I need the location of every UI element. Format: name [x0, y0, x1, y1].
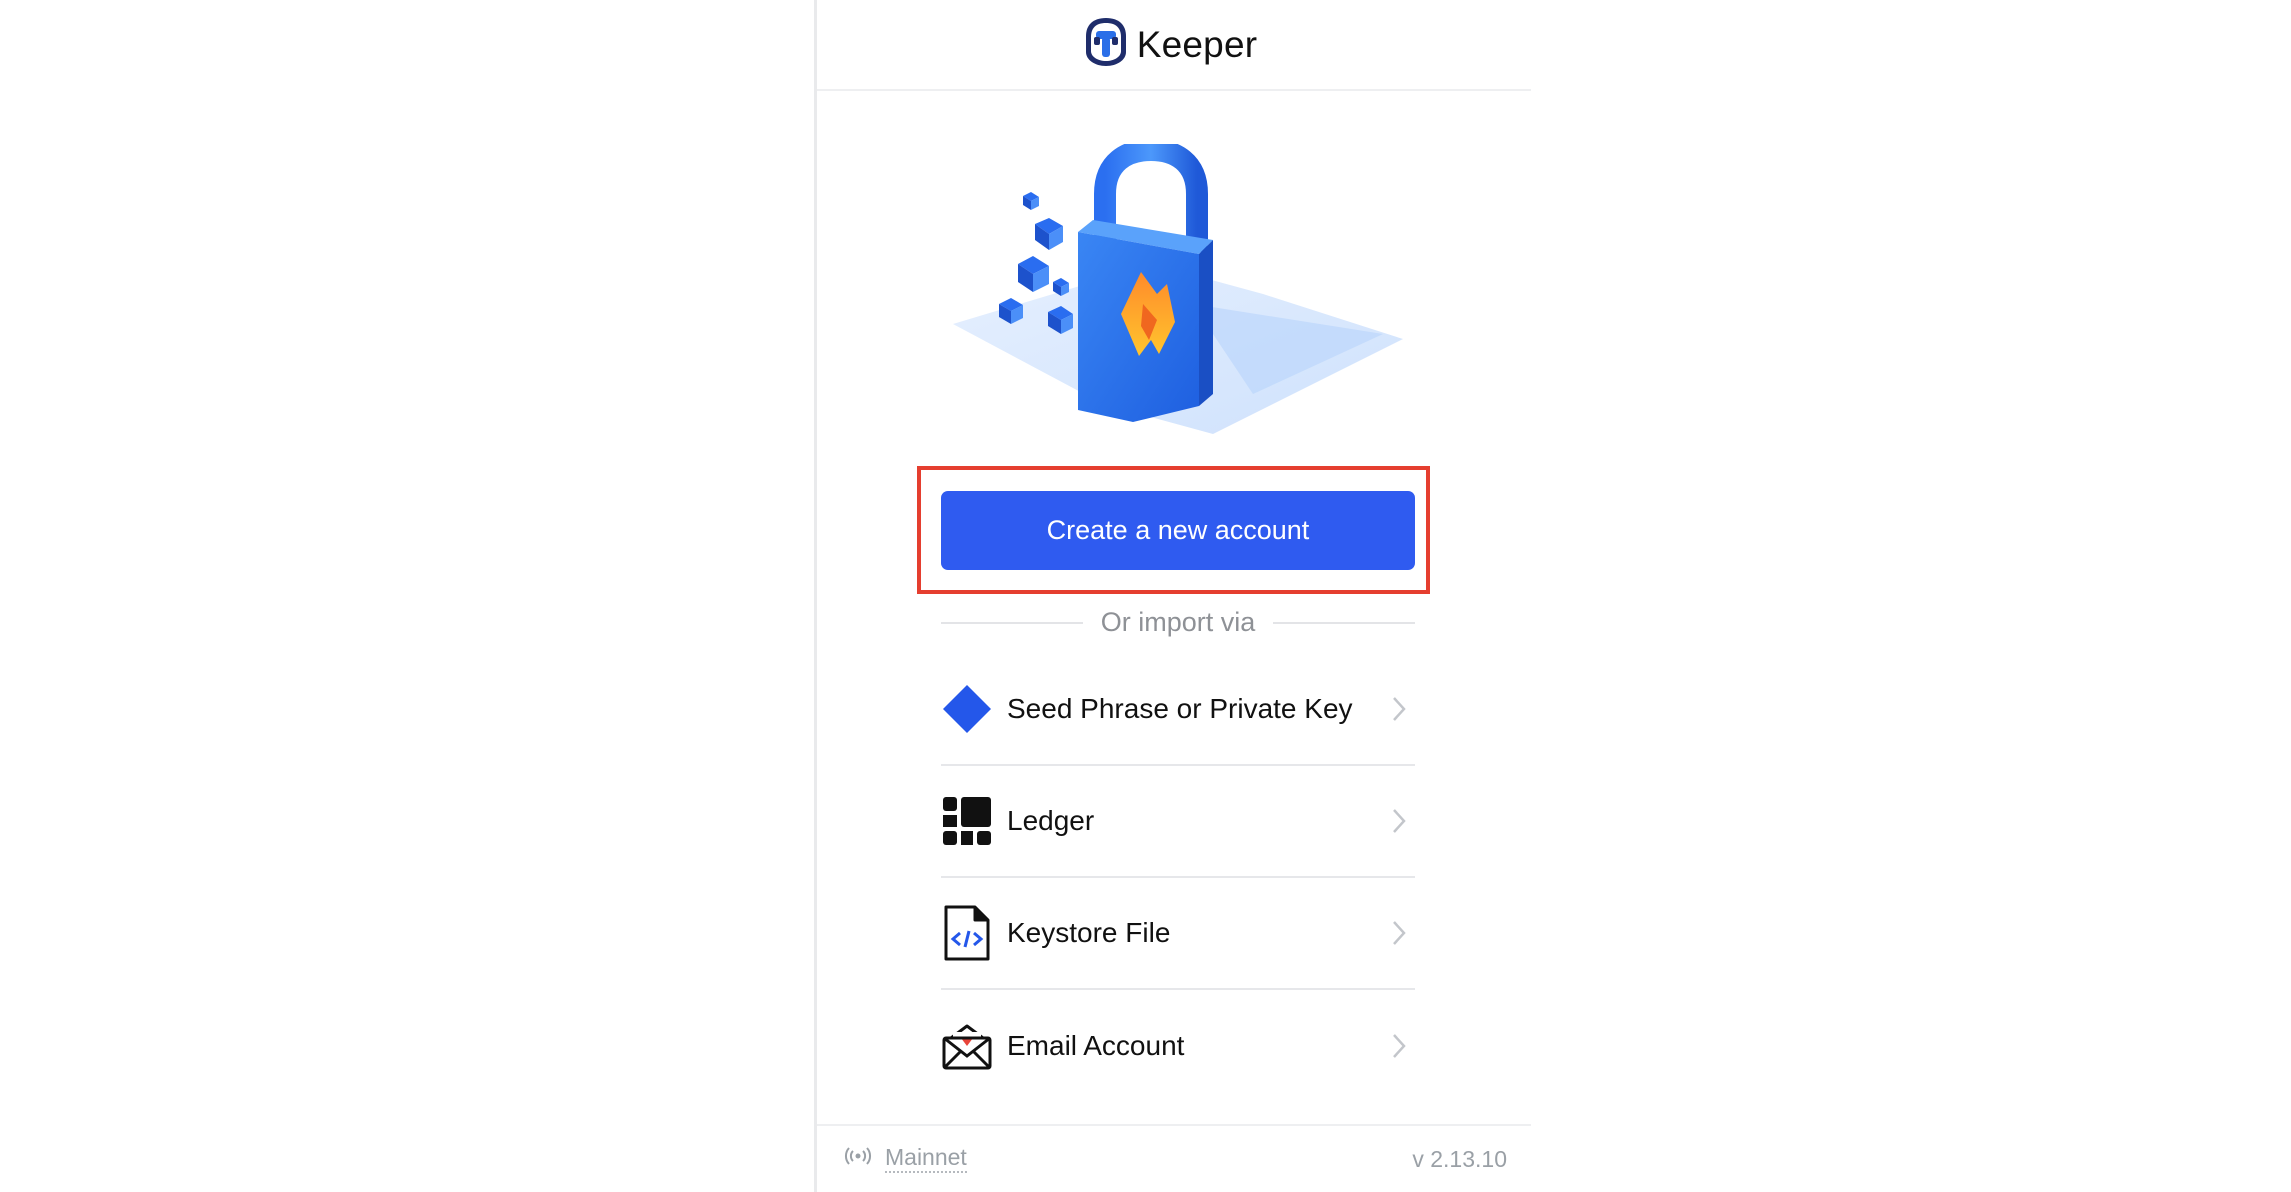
app-footer: Mainnet v 2.13.10 — [817, 1124, 1531, 1192]
chevron-right-icon — [1389, 695, 1409, 723]
import-option-seed-phrase[interactable]: Seed Phrase or Private Key — [941, 654, 1415, 766]
import-divider-text: Or import via — [1100, 607, 1256, 637]
envelope-icon — [941, 1020, 993, 1072]
keeper-logo-icon — [1083, 16, 1129, 73]
chevron-right-icon — [1389, 807, 1409, 835]
page: Keeper Create a new account Or import vi… — [0, 0, 2291, 1192]
network-label: Mainnet — [885, 1145, 967, 1173]
import-option-ledger[interactable]: Ledger — [941, 766, 1415, 878]
broadcast-icon — [843, 1146, 873, 1171]
import-divider: Or import via — [941, 607, 1415, 638]
chevron-right-icon — [1389, 919, 1409, 947]
brand-title: Keeper — [1136, 23, 1258, 65]
ledger-icon — [941, 795, 993, 847]
diamond-icon — [941, 683, 993, 735]
divider-line-left — [941, 621, 1083, 624]
network-selector[interactable]: Mainnet — [843, 1145, 967, 1173]
import-options-list: Seed Phrase or Private Key Ledger Keysto… — [941, 654, 1415, 1102]
import-option-keystore-file[interactable]: Keystore File — [941, 878, 1415, 990]
import-option-label: Keystore File — [1007, 917, 1171, 948]
chevron-right-icon — [1389, 1032, 1409, 1060]
import-option-label: Seed Phrase or Private Key — [1007, 693, 1353, 724]
create-account-button[interactable]: Create a new account — [941, 491, 1415, 570]
padlock-illustration — [953, 138, 1403, 434]
keeper-extension-panel: Keeper Create a new account Or import vi… — [814, 0, 1531, 1192]
version-label: v 2.13.10 — [1412, 1145, 1507, 1172]
brand: Keeper — [1083, 16, 1258, 73]
code-file-icon — [941, 905, 993, 961]
import-option-label: Ledger — [1007, 805, 1095, 836]
app-header: Keeper — [817, 0, 1531, 91]
import-option-label: Email Account — [1007, 1030, 1185, 1061]
divider-line-right — [1273, 621, 1415, 624]
import-option-email-account[interactable]: Email Account — [941, 990, 1415, 1102]
